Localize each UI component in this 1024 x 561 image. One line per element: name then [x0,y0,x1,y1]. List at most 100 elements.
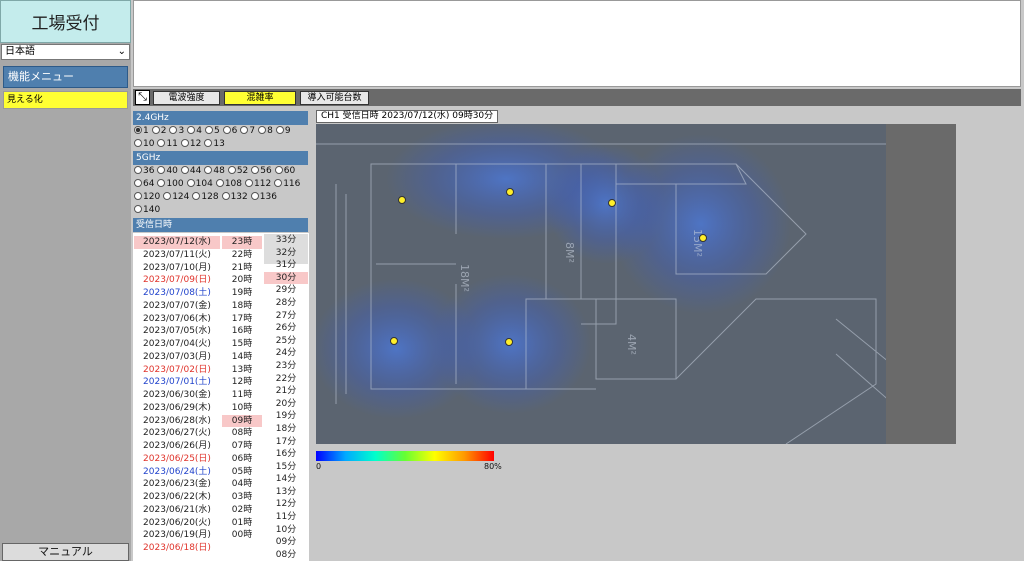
date-item[interactable]: 2023/06/25(日) [134,453,220,466]
hour-item[interactable]: 09時 [222,414,262,428]
access-point-marker[interactable] [390,337,398,345]
channel-radio-60[interactable]: 60 [274,166,295,176]
date-item[interactable]: 2023/07/02(日) [134,364,220,377]
minute-item[interactable]: 24分 [264,347,308,360]
channel-radio-36[interactable]: 36 [134,166,154,176]
minute-item[interactable]: 20分 [264,398,308,411]
access-point-marker[interactable] [506,188,514,196]
minute-item[interactable]: 21分 [264,385,308,398]
date-item[interactable]: 2023/06/18(日) [134,542,220,555]
hour-item[interactable]: 17時 [222,313,262,326]
language-select[interactable]: 日本語 ⌄ [1,44,130,60]
channel-radio-140[interactable]: 140 [134,205,160,215]
date-item[interactable]: 2023/07/01(土) [134,376,220,389]
hour-item[interactable]: 03時 [222,491,262,504]
access-point-marker[interactable] [608,199,616,207]
hour-item[interactable]: 08時 [222,427,262,440]
minute-item[interactable]: 27分 [264,310,308,323]
channel-radio-13[interactable]: 13 [204,139,225,149]
date-item[interactable]: 2023/06/21(水) [134,504,220,517]
channel-radio-120[interactable]: 120 [134,192,160,202]
minute-item[interactable]: 25分 [264,335,308,348]
hour-item[interactable]: 04時 [222,478,262,491]
minute-item[interactable]: 16分 [264,448,308,461]
minute-item[interactable]: 12分 [264,498,308,511]
channel-radio-4[interactable]: 4 [187,126,202,136]
tab-congestion[interactable]: 混雑率 [224,91,296,105]
minute-item[interactable]: 18分 [264,423,308,436]
tab-capacity[interactable]: 導入可能台数 [300,91,369,105]
date-item[interactable]: 2023/06/28(水) [134,415,220,428]
minute-item[interactable]: 29分 [264,284,308,297]
channel-radio-56[interactable]: 56 [251,166,272,176]
date-item[interactable]: 2023/06/27(火) [134,427,220,440]
date-item[interactable]: 2023/06/20(火) [134,517,220,530]
minute-item[interactable]: 08分 [264,549,308,561]
date-item[interactable]: 2023/07/11(火) [134,249,220,262]
channel-radio-124[interactable]: 124 [163,192,189,202]
channel-radio-1[interactable]: 1 [134,126,149,136]
hour-item[interactable]: 13時 [222,364,262,377]
date-item[interactable]: 2023/07/05(水) [134,325,220,338]
channel-radio-3[interactable]: 3 [169,126,184,136]
access-point-marker[interactable] [699,234,707,242]
channel-radio-11[interactable]: 11 [157,139,178,149]
channel-radio-104[interactable]: 104 [186,179,213,189]
hour-item[interactable]: 00時 [222,529,262,542]
channel-radio-136[interactable]: 136 [250,192,277,202]
date-item[interactable]: 2023/06/23(金) [134,478,220,491]
date-item[interactable]: 2023/07/07(金) [134,300,220,313]
hour-item[interactable]: 10時 [222,402,262,415]
hour-item[interactable]: 19時 [222,287,262,300]
date-item[interactable]: 2023/07/03(月) [134,351,220,364]
minute-item[interactable]: 31分 [264,259,308,272]
hour-item[interactable]: 01時 [222,517,262,530]
minute-item[interactable]: 30分 [264,271,308,285]
manual-button[interactable]: マニュアル [2,543,129,561]
date-item[interactable]: 2023/07/10(月) [134,262,220,275]
minute-item[interactable]: 22分 [264,373,308,386]
minute-item[interactable]: 19分 [264,410,308,423]
minute-item[interactable]: 17分 [264,436,308,449]
date-item[interactable]: 2023/06/24(土) [134,466,220,479]
hour-item[interactable]: 15時 [222,338,262,351]
channel-radio-5[interactable]: 5 [204,126,220,136]
channel-radio-2[interactable]: 2 [151,126,166,136]
date-item[interactable]: 2023/06/22(木) [134,491,220,504]
minute-item[interactable]: 28分 [264,297,308,310]
channel-radio-132[interactable]: 132 [221,192,248,202]
hour-item[interactable]: 20時 [222,274,262,287]
channel-radio-64[interactable]: 64 [134,179,154,189]
channel-radio-40[interactable]: 40 [157,166,178,176]
channel-radio-6[interactable]: 6 [222,126,237,136]
hour-item[interactable]: 22時 [222,249,262,262]
date-item[interactable]: 2023/06/30(金) [134,389,220,402]
minute-item[interactable]: 14分 [264,473,308,486]
date-item[interactable]: 2023/06/29(木) [134,402,220,415]
tab-signal-strength[interactable]: 電波強度 [153,91,220,105]
access-point-marker[interactable] [505,338,513,346]
access-point-marker[interactable] [398,196,406,204]
channel-radio-128[interactable]: 128 [192,192,219,202]
minute-item[interactable]: 09分 [264,536,308,549]
hour-item[interactable]: 12時 [222,376,262,389]
hour-item[interactable]: 02時 [222,504,262,517]
minute-item[interactable]: 15分 [264,461,308,474]
hour-item[interactable]: 06時 [222,453,262,466]
channel-radio-100[interactable]: 100 [157,179,184,189]
hour-item[interactable]: 23時 [222,236,262,249]
hour-item[interactable]: 11時 [222,389,262,402]
minute-item[interactable]: 26分 [264,322,308,335]
hour-item[interactable]: 14時 [222,351,262,364]
channel-radio-52[interactable]: 52 [227,166,248,176]
channel-radio-108[interactable]: 108 [215,179,242,189]
minute-item[interactable]: 32分 [264,247,308,260]
channel-radio-44[interactable]: 44 [180,166,201,176]
channel-radio-12[interactable]: 12 [180,139,201,149]
hour-item[interactable]: 21時 [222,262,262,275]
menu-item-visualize[interactable]: 見える化 [3,91,128,109]
hour-item[interactable]: 18時 [222,300,262,313]
channel-radio-9[interactable]: 9 [275,126,291,136]
date-item[interactable]: 2023/07/12(水) [134,236,220,249]
date-item[interactable]: 2023/06/19(月) [134,529,220,542]
